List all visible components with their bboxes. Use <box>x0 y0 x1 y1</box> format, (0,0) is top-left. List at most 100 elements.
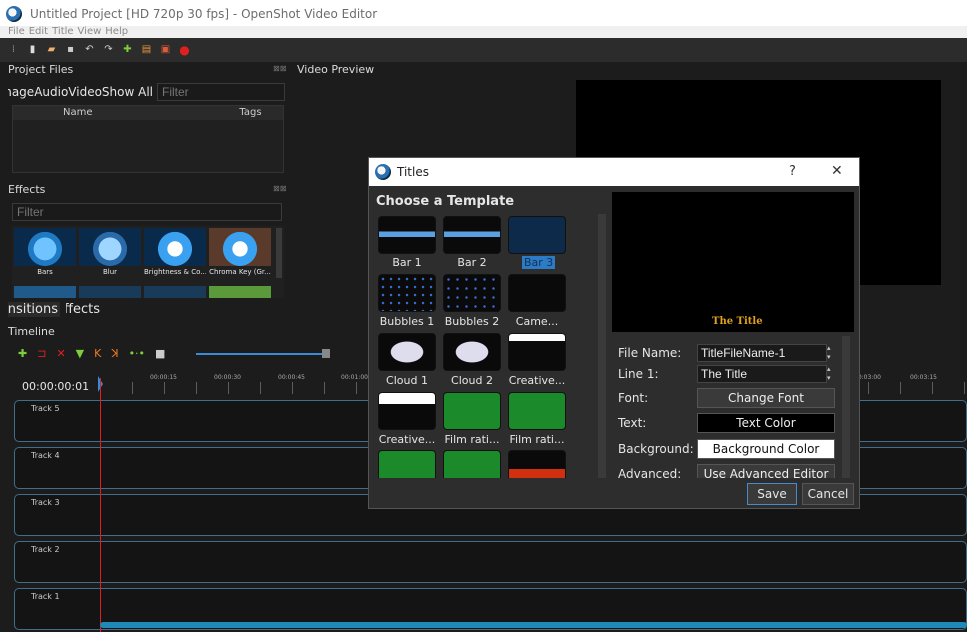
template-grid: Bar 1 Bar 2 Bar 3 Bubbles 1 Bubbles 2 Ca… <box>376 214 606 478</box>
template-thumb[interactable] <box>443 333 501 371</box>
file-name-input[interactable] <box>697 344 827 362</box>
timeline-toolbar: ✚ ⊐ ✕ ▼ K ꓘ •‧• ■ <box>18 347 165 360</box>
tab-video[interactable]: Video <box>68 85 102 99</box>
template-thumb[interactable] <box>443 450 501 478</box>
redo-icon[interactable]: ↷ <box>103 45 114 56</box>
bottom-tabs: Transitions Effects <box>8 302 100 317</box>
effects-dock-buttons[interactable]: ⊠⊠ <box>273 184 286 193</box>
help-button[interactable]: ? <box>789 164 796 179</box>
background-color-button[interactable]: Background Color <box>697 439 835 459</box>
advanced-editor-button[interactable]: Use Advanced Editor <box>697 464 835 478</box>
timeline-scrollbar[interactable] <box>100 622 967 628</box>
tab-transitions[interactable]: Transitions <box>8 302 60 317</box>
project-files-list[interactable]: Name Tags <box>12 105 284 173</box>
template-thumb[interactable] <box>443 216 501 254</box>
template-thumb[interactable] <box>378 392 436 430</box>
column-name[interactable]: Name <box>13 106 233 120</box>
tab-image[interactable]: Image <box>8 85 34 99</box>
snapping-icon[interactable]: ⊐ <box>37 347 46 360</box>
effect-label: Chroma Key (Gr... <box>209 268 271 276</box>
previous-marker-icon[interactable]: K <box>94 347 101 360</box>
tab-effects[interactable]: Effects <box>66 302 100 317</box>
template-thumb[interactable] <box>378 450 436 478</box>
effects-filter-input[interactable] <box>12 203 282 221</box>
effect-blur-thumb[interactable] <box>79 228 141 266</box>
open-project-icon[interactable]: ▰ <box>46 45 57 56</box>
template-thumb[interactable] <box>508 333 566 371</box>
effect-brightness-thumb[interactable] <box>144 228 206 266</box>
track-label: Track 4 <box>31 451 60 460</box>
effects-title: Effects <box>8 183 46 196</box>
properties-scrollbar[interactable] <box>842 336 850 478</box>
project-files-filter-input[interactable] <box>157 83 285 101</box>
dialog-logo-icon <box>375 164 391 180</box>
menu-title[interactable]: Title <box>52 26 73 38</box>
zoom-slider[interactable] <box>196 353 328 355</box>
razor-icon[interactable]: ✕ <box>56 347 65 360</box>
column-tags[interactable]: Tags <box>233 106 283 120</box>
line1-input[interactable] <box>697 365 827 383</box>
template-scrollbar[interactable] <box>598 214 606 478</box>
change-font-button[interactable]: Change Font <box>697 388 835 408</box>
effects-list[interactable]: Bars Blur Brightness & Co... Chroma Key … <box>12 226 284 298</box>
effect-label: Blur <box>102 268 118 276</box>
track-label: Track 2 <box>31 545 60 554</box>
text-color-button[interactable]: Text Color <box>697 413 835 433</box>
title-preview: The Title <box>612 192 854 332</box>
tab-show-all[interactable]: Show All <box>102 85 153 99</box>
template-thumb[interactable] <box>378 216 436 254</box>
video-preview-title: Video Preview <box>297 63 375 76</box>
menu-edit[interactable]: Edit <box>29 26 48 38</box>
template-thumb[interactable] <box>443 392 501 430</box>
zoom-out-icon[interactable]: ■ <box>155 347 165 360</box>
save-project-icon[interactable]: ▪ <box>65 45 76 56</box>
toolbar-grip-icon: ⁞ <box>11 44 16 55</box>
export-video-icon[interactable]: ● <box>179 44 190 56</box>
new-project-icon[interactable]: ▮ <box>27 45 38 56</box>
menu-view[interactable]: View <box>78 26 102 38</box>
template-thumb[interactable] <box>508 450 566 478</box>
cancel-button[interactable]: Cancel <box>802 483 854 505</box>
effect-thumb[interactable] <box>209 286 271 298</box>
project-files-dock-buttons[interactable]: ⊠⊠ <box>273 64 286 73</box>
line1-spinner-icon[interactable]: ▴ ▾ <box>827 365 831 383</box>
template-label: Bubbles 1 <box>379 315 435 328</box>
fullscreen-icon[interactable]: ▣ <box>160 45 171 56</box>
menu-help[interactable]: Help <box>105 26 128 38</box>
template-label: Cloud 1 <box>386 374 428 387</box>
effect-chroma-key-thumb[interactable] <box>209 228 271 266</box>
template-thumb[interactable] <box>443 274 501 312</box>
effect-thumb[interactable] <box>144 286 206 298</box>
effect-thumb[interactable] <box>14 286 76 298</box>
template-thumb[interactable] <box>508 274 566 312</box>
template-thumb[interactable] <box>508 216 566 254</box>
undo-icon[interactable]: ↶ <box>84 45 95 56</box>
template-thumb[interactable] <box>508 392 566 430</box>
template-thumb[interactable] <box>378 274 436 312</box>
ruler-tick-label: 00:00:30 <box>214 374 241 381</box>
template-label: Creative... <box>378 433 436 446</box>
timecode-display: 00:00:00:01 <box>22 380 90 393</box>
center-timeline-icon[interactable]: •‧• <box>129 347 145 360</box>
tab-audio[interactable]: Audio <box>34 85 68 99</box>
menu-file[interactable]: File <box>8 26 25 38</box>
next-marker-icon[interactable]: ꓘ <box>111 347 118 360</box>
effect-bars-thumb[interactable] <box>14 228 76 266</box>
track[interactable]: Track 2 <box>14 541 967 583</box>
project-files-header: Name Tags <box>13 106 283 120</box>
effects-scrollbar[interactable] <box>276 228 282 278</box>
import-files-icon[interactable]: ✚ <box>122 45 133 56</box>
effect-thumb[interactable] <box>79 286 141 298</box>
close-button[interactable]: ✕ <box>831 163 843 179</box>
track-label: Track 1 <box>31 592 60 601</box>
zoom-slider-handle[interactable] <box>322 349 330 358</box>
ruler-tick-label: 00:00:45 <box>278 374 305 381</box>
effect-label: Brightness & Co... <box>144 268 206 276</box>
file-name-spinner-icon[interactable]: ▴ ▾ <box>827 344 831 362</box>
add-track-icon[interactable]: ✚ <box>18 347 27 360</box>
save-button[interactable]: Save <box>747 483 797 505</box>
profile-icon[interactable]: ▤ <box>141 45 152 56</box>
add-marker-icon[interactable]: ▼ <box>76 347 84 360</box>
template-thumb[interactable] <box>378 333 436 371</box>
file-name-label: File Name: <box>618 346 682 360</box>
